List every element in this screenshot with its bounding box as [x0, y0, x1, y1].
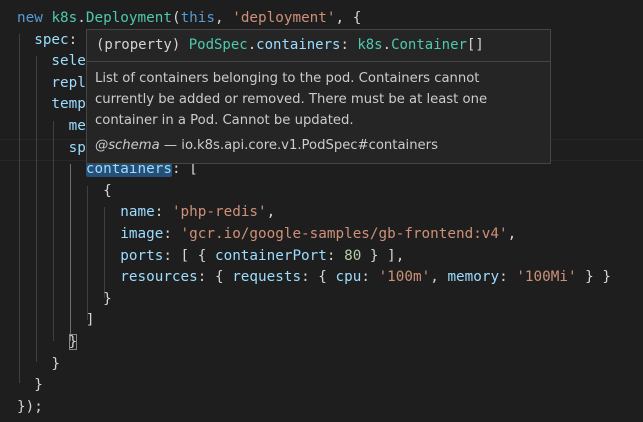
schema-tag: @schema	[95, 138, 160, 153]
code-line[interactable]: spec: {	[17, 30, 94, 52]
code-token: cpu	[335, 269, 362, 286]
code-token: containerPort	[214, 247, 327, 264]
code-token: :	[163, 226, 181, 242]
code-token: }	[17, 355, 61, 372]
signature-token: :	[340, 37, 358, 53]
code-token: ]	[17, 312, 95, 329]
code-line[interactable]: ]	[17, 310, 95, 332]
code-token: '100Mi'	[516, 269, 577, 286]
schema-value: io.k8s.api.core.v1.PodSpec#containers	[181, 138, 438, 153]
code-line[interactable]: resources: { requests: { cpu: '100m', me…	[17, 267, 611, 289]
code-token: ,	[215, 10, 233, 26]
code-token: }	[17, 290, 112, 307]
code-token: name	[17, 204, 155, 221]
code-token: (	[171, 10, 181, 26]
code-line[interactable]: {	[17, 181, 112, 203]
signature-token: .	[382, 37, 392, 53]
code-line[interactable]: }	[17, 354, 60, 376]
code-line[interactable]: });	[17, 397, 43, 419]
code-token: image	[17, 226, 164, 242]
signature-token: containers	[256, 37, 341, 53]
code-token: ,	[430, 269, 448, 286]
matching-bracket: }	[68, 334, 78, 350]
signature-token: Container	[391, 37, 467, 53]
code-line[interactable]: ports: [ { containerPort: 80 } ],	[17, 246, 404, 268]
signature-token: []	[466, 37, 484, 53]
code-line[interactable]: }	[17, 375, 43, 397]
signature-token: k8s	[357, 37, 383, 53]
code-token: : {	[197, 269, 233, 286]
code-token: :	[326, 247, 345, 264]
code-token: 'gcr.io/google-samples/gb-frontend:v4'	[180, 226, 508, 242]
schema-separator: —	[159, 138, 182, 153]
code-token: new	[17, 10, 52, 26]
code-token: });	[17, 398, 43, 415]
code-token: :	[154, 204, 172, 221]
code-token: }	[68, 334, 78, 350]
code-line[interactable]: image: 'gcr.io/google-samples/gb-fronten…	[17, 224, 516, 246]
hover-tooltip: (property) PodSpec.containers: k8s.Conta…	[86, 29, 551, 164]
code-token: ,	[266, 204, 276, 221]
signature-token: PodSpec	[188, 37, 248, 53]
code-line[interactable]: }	[17, 332, 78, 354]
code-line[interactable]: new k8s.Deployment(this, 'deployment', {	[17, 8, 361, 30]
code-token: }	[17, 377, 43, 394]
code-token: , {	[335, 10, 362, 26]
signature-token: (property)	[96, 37, 189, 53]
code-token: this	[180, 10, 215, 26]
code-token: Deployment	[85, 10, 172, 26]
code-token: k8s	[51, 10, 78, 26]
code-token: resources	[17, 269, 198, 286]
hover-signature: (property) PodSpec.containers: k8s.Conta…	[87, 30, 550, 62]
code-token: {	[17, 182, 112, 199]
code-token: ,	[507, 226, 517, 242]
code-token: } }	[576, 269, 612, 286]
code-token: } ],	[361, 247, 405, 264]
code-token: 80	[344, 247, 362, 264]
code-token: :	[361, 269, 379, 286]
signature-token: .	[247, 37, 257, 53]
code-token: : {	[301, 269, 336, 286]
code-token: .	[77, 10, 86, 26]
code-line[interactable]: name: 'php-redis',	[17, 202, 275, 224]
code-token: spec	[17, 31, 69, 48]
code-token: requests	[232, 269, 302, 286]
code-line[interactable]: }	[17, 289, 112, 311]
code-token: ports	[17, 247, 164, 264]
code-token: memory	[447, 269, 500, 286]
hover-description: List of containers belonging to the pod.…	[95, 71, 488, 128]
code-token: '100m'	[378, 269, 431, 286]
code-token: : [ {	[163, 247, 215, 264]
code-token: :	[499, 269, 517, 286]
code-token: 'deployment'	[232, 10, 336, 26]
code-token: 'php-redis'	[171, 204, 267, 221]
hover-schema: @schema — io.k8s.api.core.v1.PodSpec#con…	[87, 135, 550, 163]
